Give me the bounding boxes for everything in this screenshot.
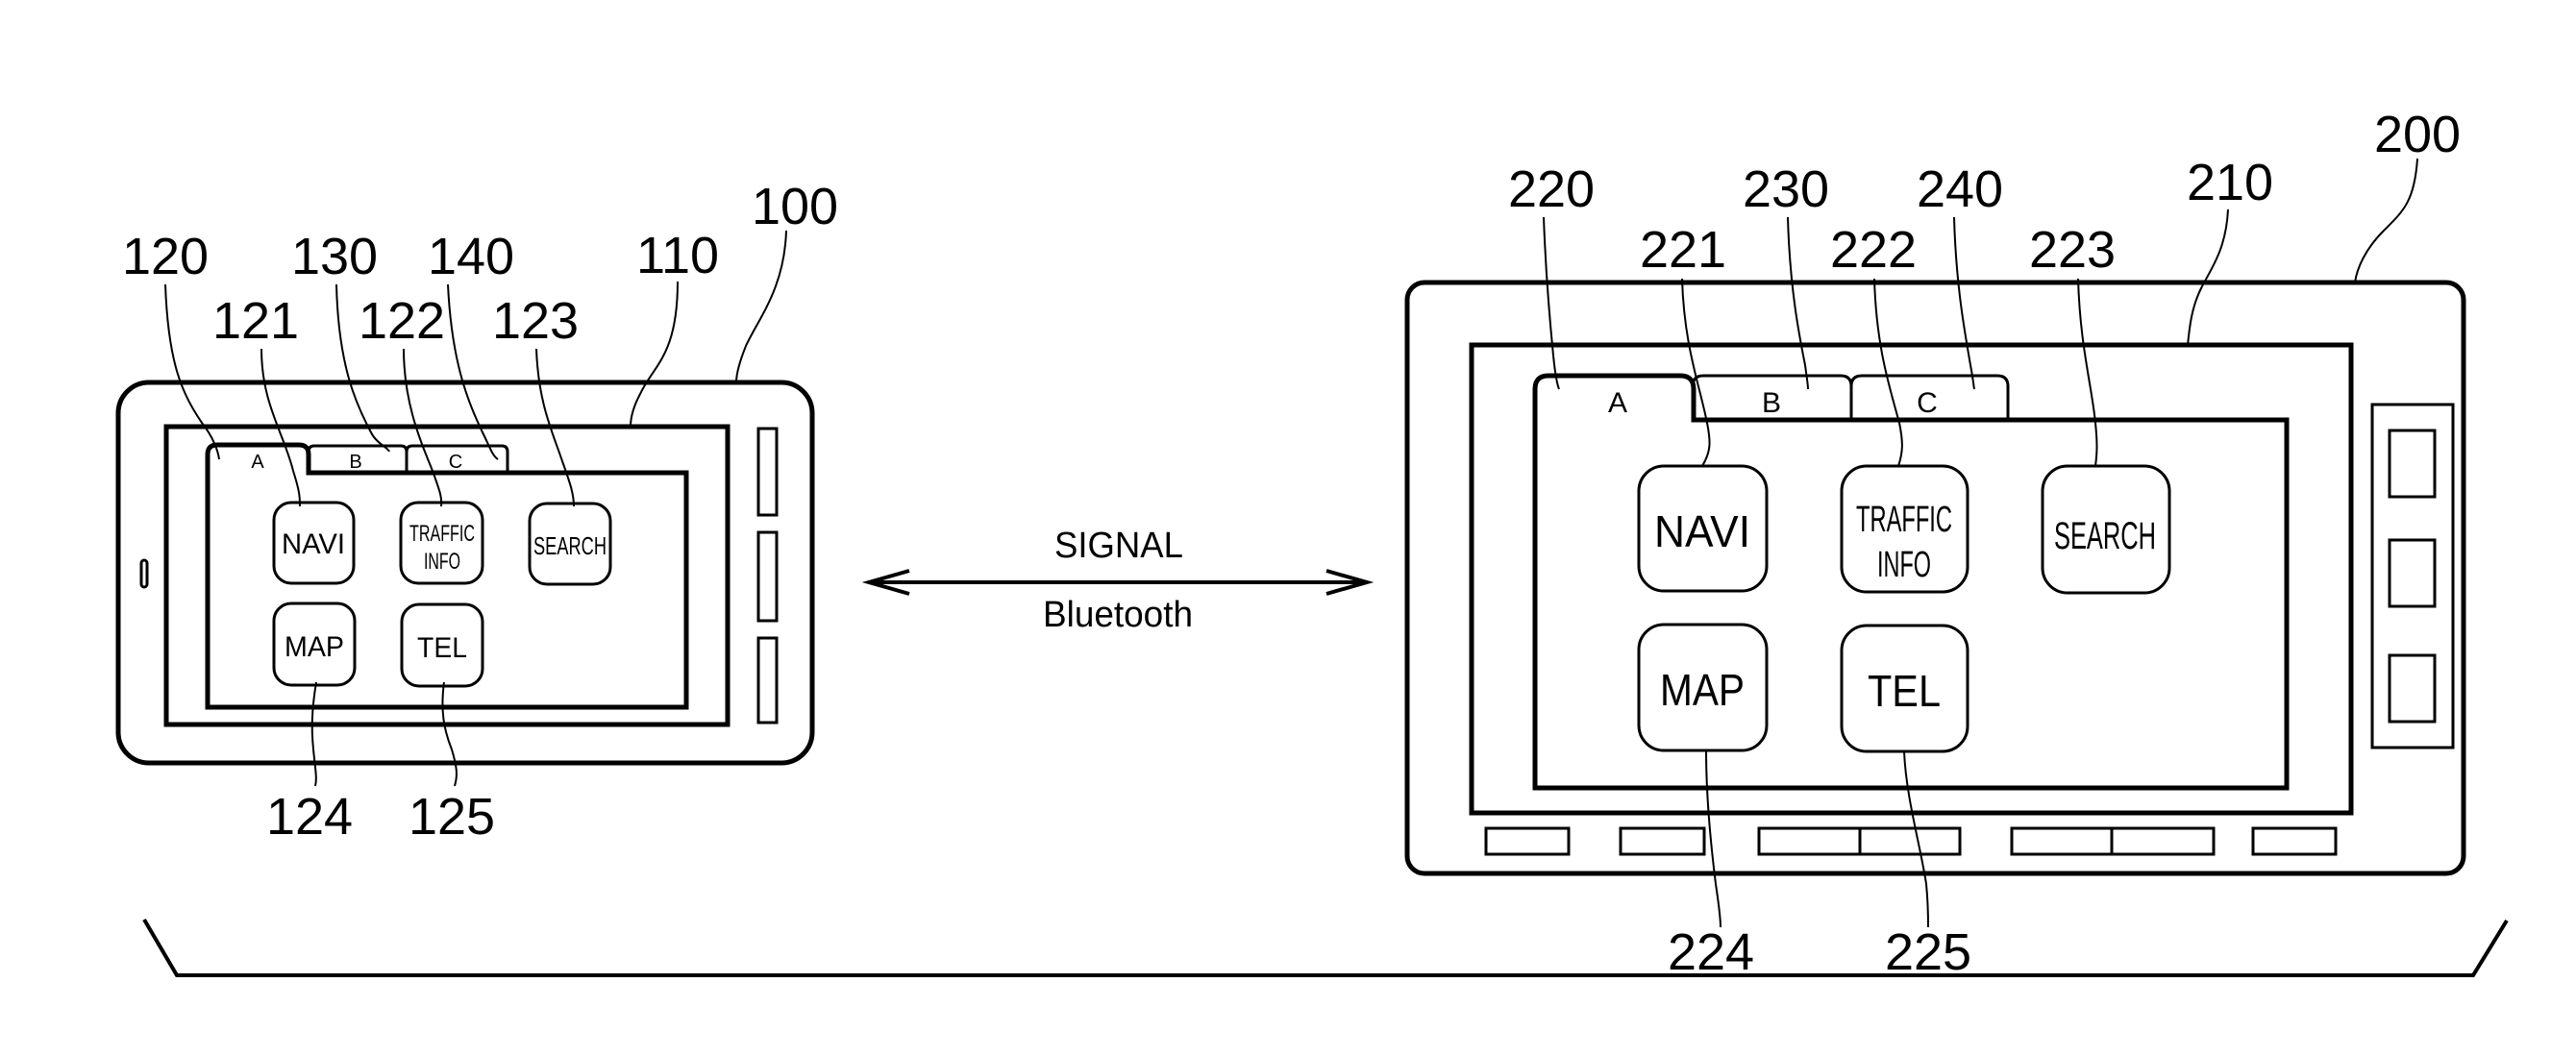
phone-search-button[interactable]: SEARCH bbox=[528, 502, 612, 586]
head-unit-bottom-key-1[interactable] bbox=[1484, 826, 1571, 856]
ref-240: 240 bbox=[1917, 160, 2003, 218]
head-unit-bottom-key-2[interactable] bbox=[1619, 826, 1706, 856]
ref-130: 130 bbox=[291, 228, 378, 285]
ref-125: 125 bbox=[409, 788, 495, 846]
phone-navi-button[interactable]: NAVI bbox=[272, 501, 356, 585]
head-unit-navi-button[interactable]: NAVI bbox=[1637, 464, 1769, 593]
ref-230: 230 bbox=[1743, 160, 1829, 218]
head-unit-navi-label: NAVI bbox=[1654, 506, 1750, 556]
ref-223: 223 bbox=[2029, 221, 2116, 279]
ref-110: 110 bbox=[636, 227, 719, 284]
phone-tab-b-label[interactable]: B bbox=[349, 452, 361, 473]
ref-123: 123 bbox=[492, 292, 579, 350]
ref-200: 200 bbox=[2374, 106, 2461, 163]
phone-tab-a-label[interactable]: A bbox=[251, 452, 264, 473]
ref-224: 224 bbox=[1668, 923, 1754, 981]
phone-side-key-3[interactable] bbox=[756, 636, 779, 724]
head-unit-tab-b-label[interactable]: B bbox=[1762, 387, 1781, 419]
phone-side-key-1[interactable] bbox=[756, 427, 779, 517]
double-headed-arrow-icon bbox=[861, 569, 1375, 596]
leader-200 bbox=[2354, 158, 2418, 283]
head-unit-side-key-1[interactable] bbox=[2388, 429, 2437, 499]
phone-device: A B C NAVI TRAFFIC INFO SEARCH MAP TEL 1… bbox=[115, 178, 838, 846]
phone-traffic-label: TRAFFIC bbox=[409, 521, 475, 547]
phone-map-label: MAP bbox=[285, 631, 344, 663]
head-unit-bottom-key-3[interactable] bbox=[1757, 826, 1962, 856]
ref-221: 221 bbox=[1640, 221, 1726, 279]
head-unit-side-key-2[interactable] bbox=[2388, 538, 2437, 608]
head-unit-search-button[interactable]: SEARCH bbox=[2041, 464, 2171, 595]
ref-100: 100 bbox=[752, 178, 838, 235]
phone-tel-button[interactable]: TEL bbox=[400, 602, 484, 688]
ref-225: 225 bbox=[1885, 923, 1971, 981]
head-unit-tab-a-label[interactable]: A bbox=[1608, 387, 1627, 419]
head-unit-map-label: MAP bbox=[1660, 665, 1745, 715]
head-unit-bottom-key-4[interactable] bbox=[2010, 826, 2216, 856]
phone-side-key-2[interactable] bbox=[756, 530, 779, 623]
ref-222: 222 bbox=[1830, 221, 1917, 279]
phone-tab-c-label[interactable]: C bbox=[449, 452, 462, 473]
head-unit-traffic-label: TRAFFIC bbox=[1856, 500, 1952, 540]
leader-100 bbox=[735, 230, 787, 383]
phone-search-label: SEARCH bbox=[533, 531, 607, 560]
ref-122: 122 bbox=[359, 292, 445, 350]
phone-info-label: INFO bbox=[424, 549, 460, 575]
head-unit-side-key-3[interactable] bbox=[2388, 653, 2437, 724]
ref-124: 124 bbox=[266, 788, 353, 846]
head-unit-tab-c-label[interactable]: C bbox=[1917, 387, 1938, 419]
phone-speaker-slot bbox=[139, 558, 149, 589]
phone-navi-label: NAVI bbox=[282, 528, 345, 560]
head-unit-info-label: INFO bbox=[1877, 545, 1931, 585]
head-unit-tel-button[interactable]: TEL bbox=[1840, 624, 1969, 753]
ref-210: 210 bbox=[2187, 154, 2273, 211]
head-unit-bottom-key-5[interactable] bbox=[2251, 826, 2338, 856]
head-unit-map-button[interactable]: MAP bbox=[1637, 623, 1769, 752]
ref-120: 120 bbox=[122, 228, 209, 285]
signal-label: SIGNAL bbox=[1054, 526, 1183, 566]
head-unit-tel-label: TEL bbox=[1868, 666, 1941, 716]
system-diagram: A B C NAVI TRAFFIC INFO SEARCH MAP TEL 1… bbox=[115, 106, 2509, 981]
signal-connection: SIGNAL Bluetooth bbox=[861, 526, 1375, 635]
ref-220: 220 bbox=[1508, 160, 1595, 218]
head-unit-search-label: SEARCH bbox=[2054, 515, 2156, 557]
ref-140: 140 bbox=[428, 228, 514, 285]
head-unit-traffic-info-button[interactable]: TRAFFIC INFO bbox=[1840, 464, 1969, 594]
phone-tel-label: TEL bbox=[417, 632, 467, 664]
phone-map-button[interactable]: MAP bbox=[272, 602, 357, 687]
bluetooth-label: Bluetooth bbox=[1043, 595, 1193, 635]
head-unit-device: A B C NAVI TRAFFIC INFO SEARCH MAP TEL 2… bbox=[1404, 106, 2466, 981]
ref-121: 121 bbox=[212, 292, 299, 350]
grouping-brace bbox=[142, 918, 2509, 977]
phone-traffic-info-button[interactable]: TRAFFIC INFO bbox=[399, 501, 484, 585]
